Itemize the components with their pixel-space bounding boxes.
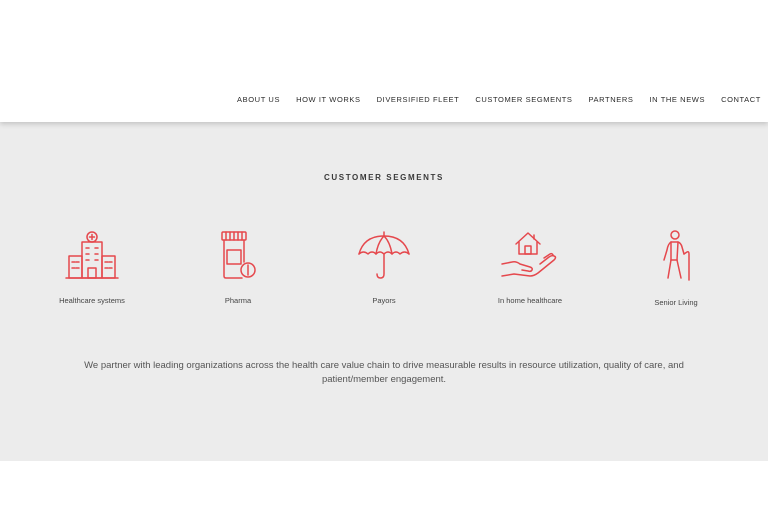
segment-label: Senior Living <box>654 298 698 307</box>
segment-label: Healthcare systems <box>59 296 125 305</box>
site-header: ABOUT US HOW IT WORKS DIVERSIFIED FLEET … <box>0 0 768 122</box>
nav-partners[interactable]: PARTNERS <box>589 95 634 104</box>
main-nav: ABOUT US HOW IT WORKS DIVERSIFIED FLEET … <box>237 95 761 104</box>
segment-in-home-healthcare: In home healthcare <box>470 230 590 305</box>
hospital-icon <box>65 231 119 279</box>
section-description: We partner with leading organizations ac… <box>84 360 684 385</box>
pill-bottle-icon <box>221 231 256 279</box>
segment-payors: Payors <box>324 230 444 305</box>
nav-how-it-works[interactable]: HOW IT WORKS <box>296 95 361 104</box>
section-title: CUSTOMER SEGMENTS <box>324 173 444 182</box>
house-hand-icon <box>501 232 557 277</box>
page-footer-area <box>0 461 768 512</box>
nav-diversified-fleet[interactable]: DIVERSIFIED FLEET <box>377 95 460 104</box>
segment-label: In home healthcare <box>497 296 563 305</box>
nav-in-the-news[interactable]: IN THE NEWS <box>649 95 705 104</box>
nav-customer-segments[interactable]: CUSTOMER SEGMENTS <box>475 95 572 104</box>
segment-senior-living: Senior Living <box>616 230 736 307</box>
customer-segments-section: CUSTOMER SEGMENTS Healthcare systems Pha… <box>0 122 768 461</box>
segment-label: Payors <box>372 296 396 305</box>
senior-cane-icon <box>663 230 690 281</box>
segment-pharma: Pharma <box>178 230 298 305</box>
nav-contact[interactable]: CONTACT <box>721 95 761 104</box>
segment-healthcare-systems: Healthcare systems <box>32 230 152 305</box>
umbrella-icon <box>358 231 410 279</box>
segment-label: Pharma <box>224 296 252 305</box>
segments-list: Healthcare systems Pharma Payors In home… <box>0 230 768 310</box>
nav-about-us[interactable]: ABOUT US <box>237 95 280 104</box>
